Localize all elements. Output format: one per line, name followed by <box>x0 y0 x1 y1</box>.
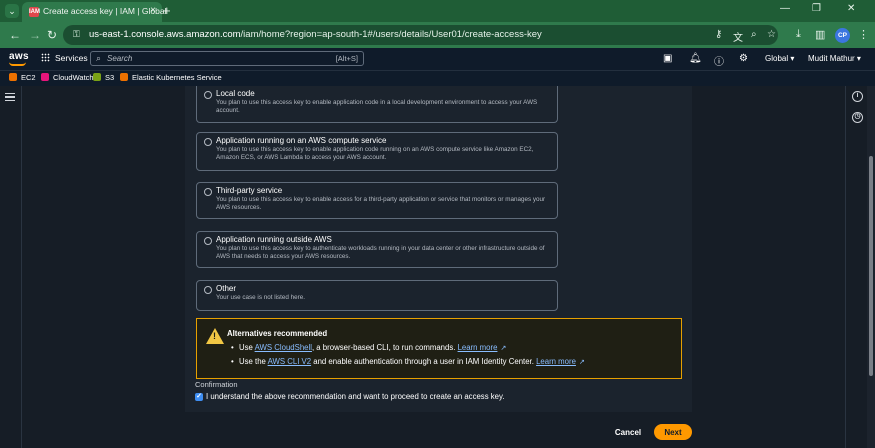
iam-favicon-icon: IAM <box>29 7 40 17</box>
tab-search-dropdown-icon[interactable]: ⌄ <box>5 4 19 18</box>
services-grid-icon <box>41 53 50 62</box>
option-other[interactable]: Other Your use case is not listed here. <box>196 280 558 311</box>
favorite-s3[interactable]: S3 <box>93 73 114 82</box>
favorites-bar: EC2 CloudWatch S3 Elastic Kubernetes Ser… <box>0 70 875 86</box>
option-description: You plan to use this access key to enabl… <box>216 146 534 162</box>
option-local-code[interactable]: Local code You plan to use this access k… <box>196 86 558 123</box>
cloudshell-link[interactable]: AWS CloudShell <box>255 343 312 352</box>
bookmark-star-icon[interactable]: ☆ <box>767 29 776 40</box>
favorite-ec2[interactable]: EC2 <box>9 73 36 82</box>
minimize-icon[interactable]: — <box>780 3 790 14</box>
option-description: You plan to use this access key to enabl… <box>216 99 538 115</box>
aws-console-header: aws Services ⌕ Search [Alt+S] ▣ 🔔︎ ⓘ ⚙ G… <box>0 48 875 70</box>
browser-menu-icon[interactable]: ⋮ <box>858 28 869 41</box>
forward-arrow-icon[interactable]: → <box>29 28 41 42</box>
info-icon[interactable]: i <box>852 91 863 102</box>
alert-bullet-cloudshell: Use AWS CloudShell, a browser-based CLI,… <box>231 343 507 352</box>
search-shortcut: [Alt+S] <box>335 54 358 63</box>
use-case-panel: Local code You plan to use this access k… <box>185 86 692 412</box>
new-tab-icon[interactable]: + <box>163 3 171 18</box>
external-link-icon: ↗ <box>500 345 507 352</box>
ec2-icon <box>9 73 17 81</box>
option-title: Other <box>216 284 237 293</box>
maximize-icon[interactable]: ❐ <box>812 3 821 14</box>
window-close-icon[interactable]: ✕ <box>847 3 855 14</box>
zoom-icon[interactable]: ⌕ <box>751 29 757 40</box>
cancel-button[interactable]: Cancel <box>610 424 646 440</box>
eks-icon <box>120 73 128 81</box>
search-input[interactable]: ⌕ Search [Alt+S] <box>90 51 364 66</box>
option-aws-compute[interactable]: Application running on an AWS compute se… <box>196 132 558 171</box>
address-bar[interactable]: ⚿ us-east-1.console.aws.amazon.com/iam/h… <box>63 25 778 45</box>
radio-outside-aws[interactable] <box>204 237 212 245</box>
browser-tab-active[interactable]: IAM Create access key | IAM | Global × <box>22 2 166 22</box>
site-info-icon[interactable]: ⚿ <box>73 29 84 40</box>
radio-other[interactable] <box>204 286 212 294</box>
help-icon[interactable]: ⓘ <box>714 53 724 68</box>
history-clock-icon[interactable]: ◷ <box>852 112 863 123</box>
option-description: Your use case is not listed here. <box>216 294 306 301</box>
services-button[interactable]: Services <box>41 53 88 63</box>
option-third-party[interactable]: Third-party service You plan to use this… <box>196 182 558 219</box>
option-title: Application running on an AWS compute se… <box>216 136 387 145</box>
aws-logo[interactable]: aws <box>9 51 29 66</box>
option-description: You plan to use this access key to enabl… <box>216 196 546 212</box>
option-title: Third-party service <box>216 186 283 195</box>
url-text: us-east-1.console.aws.amazon.com/iam/hom… <box>89 29 542 40</box>
confirmation-checkbox[interactable]: ✓ <box>195 393 203 401</box>
confirmation-text[interactable]: I understand the above recommendation an… <box>206 392 505 401</box>
radio-aws-compute[interactable] <box>204 138 212 146</box>
back-arrow-icon[interactable]: ← <box>9 28 21 42</box>
scrollbar-thumb[interactable] <box>869 156 873 376</box>
cloudwatch-icon <box>41 73 49 81</box>
s3-icon <box>93 73 101 81</box>
reload-icon[interactable]: ↻ <box>47 28 57 42</box>
page-scrollbar[interactable] <box>867 86 875 448</box>
warning-icon: ! <box>206 328 224 344</box>
next-button[interactable]: Next <box>654 424 692 440</box>
alert-bullet-cli: Use the AWS CLI V2 and enable authentica… <box>231 357 585 366</box>
side-panel-icon[interactable]: ▥ <box>815 28 825 41</box>
alternatives-alert: ! Alternatives recommended Use AWS Cloud… <box>196 318 682 379</box>
menu-hamburger-icon[interactable] <box>5 93 15 101</box>
learn-more-link[interactable]: Learn more <box>536 357 576 366</box>
browser-toolbar: ← → ↻ ⚿ us-east-1.console.aws.amazon.com… <box>0 22 875 48</box>
option-title: Local code <box>216 89 255 98</box>
confirmation-label: Confirmation <box>195 380 238 389</box>
browser-tab-bar: ⌄ IAM Create access key | IAM | Global ×… <box>0 0 875 22</box>
account-menu[interactable]: Mudit Mathur ▾ <box>808 54 861 63</box>
download-icon[interactable]: ⤓ <box>796 28 801 41</box>
key-icon[interactable]: ⚷ <box>715 29 722 40</box>
tab-close-icon[interactable]: × <box>150 5 156 16</box>
alert-title: Alternatives recommended <box>227 329 328 338</box>
notifications-bell-icon[interactable]: 🔔︎ <box>689 53 702 64</box>
option-outside-aws[interactable]: Application running outside AWS You plan… <box>196 231 558 268</box>
region-selector[interactable]: Global ▾ <box>765 54 794 63</box>
favorite-eks[interactable]: Elastic Kubernetes Service <box>120 73 222 82</box>
right-utility-rail: i ◷ <box>845 86 867 448</box>
aws-cli-link[interactable]: AWS CLI V2 <box>268 357 311 366</box>
search-placeholder: Search <box>107 54 133 63</box>
left-nav-rail <box>0 86 22 448</box>
option-title: Application running outside AWS <box>216 235 332 244</box>
translate-icon[interactable]: 文 <box>733 29 743 44</box>
search-icon: ⌕ <box>96 53 102 63</box>
aws-smile-icon <box>9 62 26 66</box>
tab-title: Create access key | IAM | Global <box>43 6 167 16</box>
settings-gear-icon[interactable]: ⚙ <box>739 53 748 64</box>
cloudshell-icon[interactable]: ▣ <box>663 53 672 64</box>
radio-local-code[interactable] <box>204 91 212 99</box>
profile-avatar[interactable]: CP <box>835 28 850 43</box>
external-link-icon: ↗ <box>578 359 585 366</box>
option-description: You plan to use this access key to authe… <box>216 245 545 261</box>
learn-more-link[interactable]: Learn more <box>458 343 498 352</box>
favorite-cloudwatch[interactable]: CloudWatch <box>41 73 94 82</box>
radio-third-party[interactable] <box>204 188 212 196</box>
